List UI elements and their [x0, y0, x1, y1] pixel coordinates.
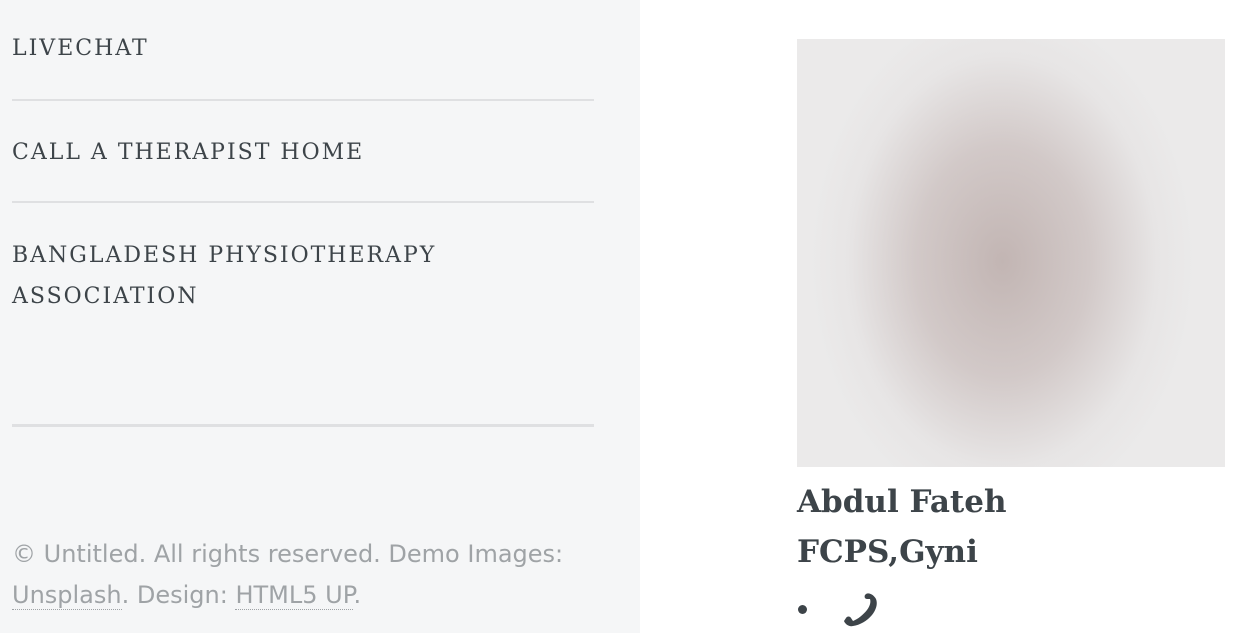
menu-item-livechat-link[interactable]: LIVECHAT: [12, 28, 594, 69]
page: LIVECHAT CALL A THERAPIST HOME BANGLADES…: [0, 0, 1245, 633]
sidebar-footer: © Untitled. All rights reserved. Demo Im…: [12, 534, 602, 616]
unsplash-link[interactable]: Unsplash: [12, 581, 122, 610]
sidebar-menu: LIVECHAT CALL A THERAPIST HOME BANGLADES…: [12, 0, 594, 427]
doctor-degree: FCPS,Gyni: [797, 534, 978, 570]
contact-list: [797, 590, 917, 628]
menu-item-call-therapist-home-link[interactable]: CALL A THERAPIST HOME: [12, 132, 594, 173]
menu-item-bangladesh-physiotherapy-association-link[interactable]: BANGLADESH PHYSIOTHERAPY ASSOCIATION: [12, 235, 482, 317]
html5up-link[interactable]: HTML5 UP: [235, 581, 354, 610]
phone-icon[interactable]: [841, 590, 881, 628]
menu-item-livechat[interactable]: LIVECHAT: [12, 0, 594, 101]
menu-item-bangladesh-physiotherapy-association[interactable]: BANGLADESH PHYSIOTHERAPY ASSOCIATION: [12, 203, 594, 427]
main-content: Abdul Fateh FCPS,Gyni: [640, 0, 1245, 633]
doctor-photo: [797, 39, 1225, 467]
list-bullet: [798, 605, 807, 614]
doctor-name: Abdul Fateh: [797, 484, 1007, 520]
footer-copyright-text: © Untitled. All rights reserved. Demo Im…: [12, 540, 564, 568]
menu-item-call-therapist-home[interactable]: CALL A THERAPIST HOME: [12, 101, 594, 203]
footer-end-text: .: [353, 581, 362, 609]
footer-design-text: . Design:: [121, 581, 236, 609]
sidebar: LIVECHAT CALL A THERAPIST HOME BANGLADES…: [0, 0, 640, 633]
